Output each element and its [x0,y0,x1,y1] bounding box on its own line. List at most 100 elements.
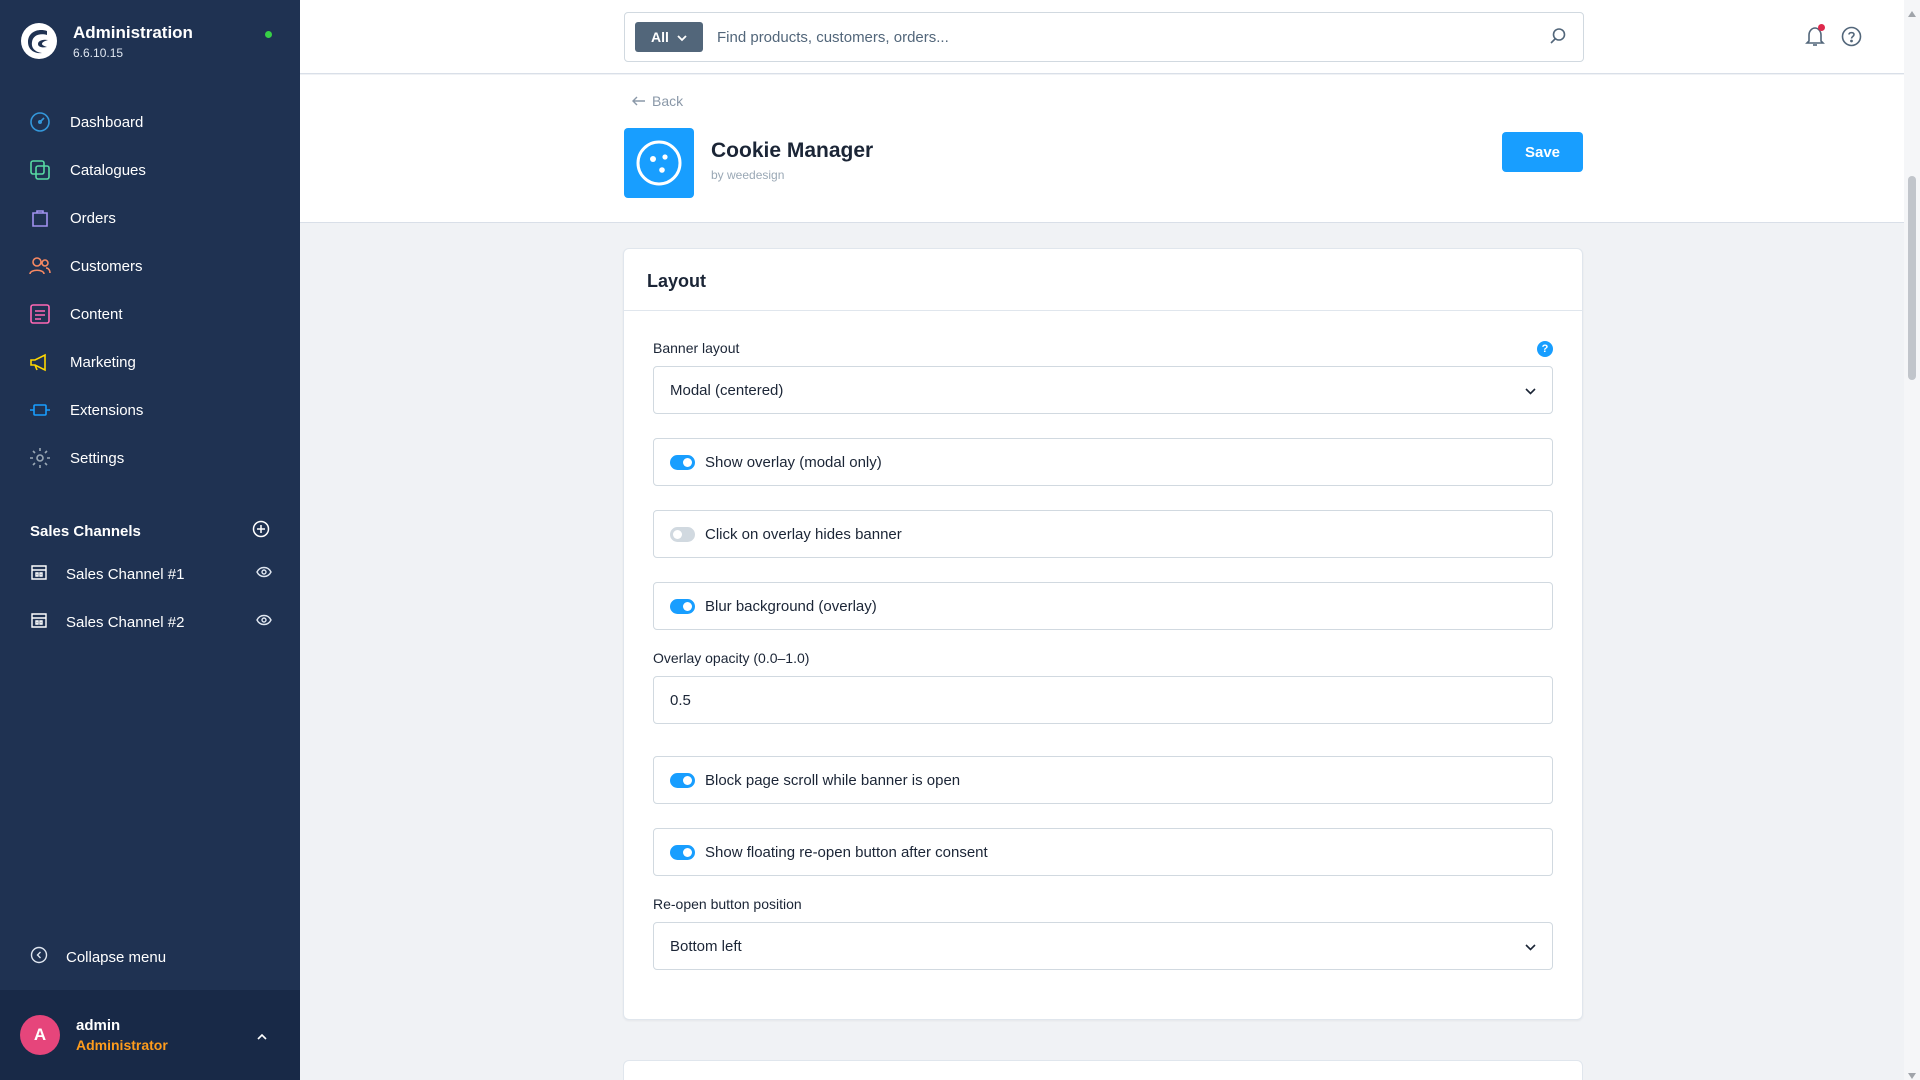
toggle-label: Blur background (overlay) [705,597,877,615]
show-overlay-toggle-row[interactable]: Show overlay (modal only) [653,438,1553,486]
save-button[interactable]: Save [1502,132,1583,172]
layout-card: Layout Banner layout ? Modal (centered) … [623,248,1583,1020]
blur-background-toggle-row[interactable]: Blur background (overlay) [653,582,1553,630]
toggle-label: Show overlay (modal only) [705,453,882,471]
overlay-click-hides-toggle-row[interactable]: Click on overlay hides banner [653,510,1553,558]
sales-channel-label: Sales Channel #2 [66,613,185,631]
arrow-left-icon [632,93,646,109]
overlay-click-hides-switch[interactable] [670,526,695,542]
nav-item-marketing[interactable]: Marketing [0,338,300,386]
back-label: Back [652,93,684,109]
overlay-opacity-label: Overlay opacity (0.0–1.0) [653,650,810,666]
toggle-label: Click on overlay hides banner [705,525,902,543]
status-dot [265,31,272,38]
block-scroll-toggle-row[interactable]: Block page scroll while banner is open [653,756,1553,804]
storefront-icon [30,563,48,586]
sales-channel-label: Sales Channel #1 [66,565,185,583]
nav-label: Marketing [70,353,136,371]
nav-label: Catalogues [70,161,146,179]
chevron-down-icon [1525,938,1536,955]
nav-label: Extensions [70,401,144,419]
global-search: All [624,12,1584,62]
catalogue-icon [28,158,52,182]
extension-author: by weedesign [711,168,785,182]
storefront-icon [30,611,48,634]
sales-channels-title: Sales Channels [30,523,141,540]
banner-layout-label: Banner layout [653,340,740,356]
nav-item-dashboard[interactable]: Dashboard [0,98,300,146]
card-title: Layout [624,249,1582,311]
block-scroll-switch[interactable] [670,772,695,788]
content-icon [28,302,52,326]
page-header: Back Cookie Manager by weedesign Save [300,75,1904,223]
toggle-label: Block page scroll while banner is open [705,771,961,789]
eye-icon[interactable] [256,613,272,631]
collapse-menu-button[interactable]: Collapse menu [30,946,166,969]
user-menu[interactable]: A admin Administrator [0,990,300,1080]
nav-item-catalogues[interactable]: Catalogues [0,146,300,194]
nav-label: Settings [70,449,125,467]
add-sales-channel-icon[interactable] [252,520,270,543]
cookie-icon [624,128,694,198]
chevron-down-icon [677,29,687,45]
brand[interactable]: Administration 6.6.10.15 [20,22,193,60]
nav-item-orders[interactable]: Orders [0,194,300,242]
reopen-button-toggle-row[interactable]: Show floating re-open button after conse… [653,828,1553,876]
sales-channel-item[interactable]: Sales Channel #1 [30,561,272,587]
nav-item-content[interactable]: Content [0,290,300,338]
eye-icon[interactable] [256,565,272,583]
shopware-logo-icon [21,23,57,59]
sales-channels-header: Sales Channels [30,520,270,543]
nav-item-extensions[interactable]: Extensions [0,386,300,434]
app-title: Administration [73,22,193,42]
extensions-icon [28,398,52,422]
blur-background-switch[interactable] [670,598,695,614]
sales-channel-item[interactable]: Sales Channel #2 [30,609,272,635]
chevron-up-icon[interactable] [256,1028,268,1046]
notifications-bell-icon[interactable] [1804,24,1826,52]
reopen-position-label: Re-open button position [653,896,802,912]
nav-item-customers[interactable]: Customers [0,242,300,290]
reopen-position-select[interactable]: Bottom left [653,922,1553,970]
nav-label: Orders [70,209,116,227]
collapse-label: Collapse menu [66,949,167,966]
help-icon[interactable] [1841,26,1862,52]
banner-layout-select[interactable]: Modal (centered) [653,366,1553,414]
scrollbar-thumb[interactable] [1908,176,1916,380]
help-question-icon[interactable]: ? [1537,341,1553,357]
show-overlay-switch[interactable] [670,454,695,470]
top-bar: All [300,0,1904,74]
customers-icon [28,254,52,278]
nav-label: Content [70,305,123,323]
marketing-icon [28,350,52,374]
search-type-dropdown[interactable]: All [635,22,703,52]
notification-dot [1818,24,1825,31]
collapse-icon [30,946,48,969]
reopen-button-switch[interactable] [670,844,695,860]
user-name: admin [76,1017,121,1034]
search-input[interactable] [717,28,1537,46]
reopen-position-value: Bottom left [670,937,742,955]
page-scrollbar[interactable] [1904,0,1920,1080]
main-nav: Dashboard Catalogues Orders Customers Co… [0,98,300,482]
toggle-label: Show floating re-open button after conse… [705,843,988,861]
chevron-down-icon [1525,382,1536,399]
overlay-opacity-input[interactable] [653,676,1553,724]
search-icon[interactable] [1549,27,1567,50]
user-role: Administrator [76,1037,168,1053]
search-type-label: All [651,29,669,45]
back-link[interactable]: Back [632,93,683,109]
dashboard-icon [28,110,52,134]
sidebar: Administration 6.6.10.15 Dashboard Catal… [0,0,300,1080]
scroll-up-arrow-icon[interactable] [1908,4,1916,22]
settings-icon [28,446,52,470]
orders-icon [28,206,52,230]
avatar: A [20,1015,60,1055]
extension-name: Cookie Manager [711,139,874,162]
next-card [623,1060,1583,1080]
nav-label: Dashboard [70,113,144,131]
app-version: 6.6.10.15 [73,45,124,60]
nav-item-settings[interactable]: Settings [0,434,300,482]
nav-label: Customers [70,257,143,275]
scroll-down-arrow-icon[interactable] [1908,1066,1916,1080]
